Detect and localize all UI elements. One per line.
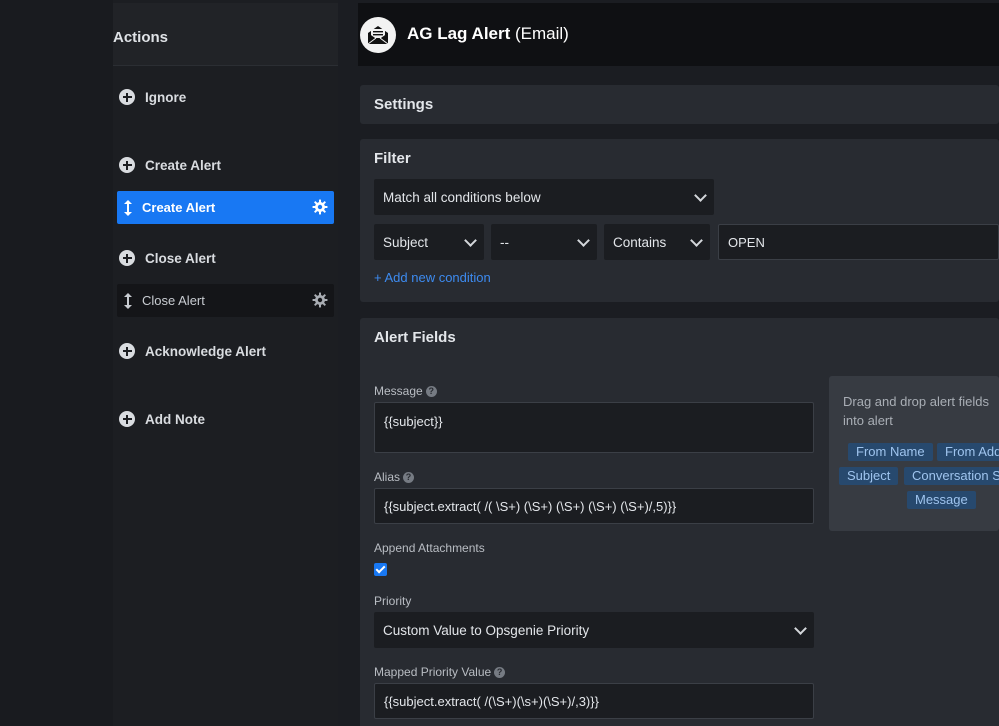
palette-hint: Drag and drop alert fields into alert xyxy=(843,394,989,428)
plus-circle-icon xyxy=(119,411,135,427)
priority-value: Custom Value to Opsgenie Priority xyxy=(383,622,590,638)
action-label: Acknowledge Alert xyxy=(145,343,267,359)
plus-circle-icon xyxy=(119,89,135,105)
help-icon[interactable]: ? xyxy=(494,666,506,678)
condition-subfield-value: -- xyxy=(500,234,509,250)
gear-icon[interactable] xyxy=(312,199,328,215)
message-field[interactable]: {{subject}} xyxy=(374,402,814,453)
action-label: Close Alert xyxy=(145,250,216,266)
alias-label-text: Alias xyxy=(374,470,401,484)
add-close-alert-action[interactable]: Close Alert xyxy=(119,246,216,270)
action-label: Add Note xyxy=(145,411,205,427)
add-create-alert-action[interactable]: Create Alert xyxy=(119,153,221,177)
field-chip-from-name[interactable]: From Name xyxy=(848,443,933,461)
message-label-text: Message xyxy=(374,384,423,398)
field-chip-message[interactable]: Message xyxy=(907,491,976,509)
condition-field-value: Subject xyxy=(383,234,429,250)
mapped-priority-label-text: Mapped Priority Value xyxy=(374,665,492,679)
page-title: AG Lag Alert (Email) xyxy=(407,24,569,44)
chevron-down-icon xyxy=(690,234,703,247)
chevron-down-icon xyxy=(694,189,707,202)
match-mode-value: Match all conditions below xyxy=(383,189,541,205)
rule-label: Close Alert xyxy=(142,293,205,308)
add-note-action[interactable]: Add Note xyxy=(119,407,205,431)
alert-fields-title: Alert Fields xyxy=(374,329,456,346)
alias-label: Alias? xyxy=(374,470,415,484)
actions-sidebar: Actions Ignore Create Alert Create Alert… xyxy=(113,0,338,726)
settings-title: Settings xyxy=(374,96,434,113)
actions-header: Actions xyxy=(113,3,338,66)
plus-circle-icon xyxy=(119,343,135,359)
condition-operator-value: Contains xyxy=(613,234,667,250)
condition-field-select[interactable]: Subject xyxy=(374,224,484,260)
drag-handle-icon[interactable] xyxy=(123,292,133,310)
gear-icon[interactable] xyxy=(312,292,328,308)
filter-section: Filter Match all conditions below Subjec… xyxy=(360,139,999,302)
plus-circle-icon xyxy=(119,250,135,266)
match-mode-select[interactable]: Match all conditions below xyxy=(374,179,714,215)
field-chip-from-address[interactable]: From Address xyxy=(937,443,999,461)
message-label: Message? xyxy=(374,384,437,398)
rule-item-create-alert[interactable]: Create Alert xyxy=(117,191,334,224)
alert-fields-palette: Drag and drop alert fields into alert Fr… xyxy=(829,376,999,531)
mapped-priority-field[interactable]: {{subject.extract( /(\S+)(\s+)(\S+)/,3)}… xyxy=(374,683,814,719)
plus-circle-icon xyxy=(119,157,135,173)
drag-handle-icon[interactable] xyxy=(123,199,133,217)
condition-value-input[interactable]: OPEN xyxy=(718,224,999,260)
priority-select[interactable]: Custom Value to Opsgenie Priority xyxy=(374,612,814,648)
condition-subfield-select[interactable]: -- xyxy=(491,224,597,260)
priority-label: Priority xyxy=(374,594,412,608)
left-strip xyxy=(0,0,113,726)
append-attachments-checkbox[interactable] xyxy=(374,563,387,576)
integration-name: AG Lag Alert xyxy=(407,24,511,43)
alias-field[interactable]: {{subject.extract( /( \S+) (\S+) (\S+) (… xyxy=(374,488,814,524)
settings-section[interactable]: Settings xyxy=(360,85,999,124)
chevron-down-icon xyxy=(794,622,807,635)
help-icon[interactable]: ? xyxy=(403,471,415,483)
integration-header: AG Lag Alert (Email) xyxy=(358,3,999,66)
add-condition-link[interactable]: + Add new condition xyxy=(374,270,491,285)
field-chip-conversation-subject[interactable]: Conversation Subject xyxy=(904,467,999,485)
chevron-down-icon xyxy=(464,234,477,247)
filter-title: Filter xyxy=(374,150,411,167)
help-icon[interactable]: ? xyxy=(425,385,437,397)
field-chip-subject[interactable]: Subject xyxy=(839,467,899,485)
email-envelope-icon xyxy=(360,17,396,53)
add-ignore-action[interactable]: Ignore xyxy=(119,85,186,109)
rule-label: Create Alert xyxy=(142,200,216,215)
add-acknowledge-alert-action[interactable]: Acknowledge Alert xyxy=(119,339,266,363)
actions-title: Actions xyxy=(113,29,169,46)
append-attachments-label: Append Attachments xyxy=(374,541,485,555)
condition-operator-select[interactable]: Contains xyxy=(604,224,710,260)
integration-type: (Email) xyxy=(515,24,569,43)
chevron-down-icon xyxy=(577,234,590,247)
rule-item-close-alert[interactable]: Close Alert xyxy=(117,284,334,317)
action-label: Create Alert xyxy=(145,157,222,173)
mapped-priority-label: Mapped Priority Value? xyxy=(374,665,506,679)
action-label: Ignore xyxy=(145,89,187,105)
